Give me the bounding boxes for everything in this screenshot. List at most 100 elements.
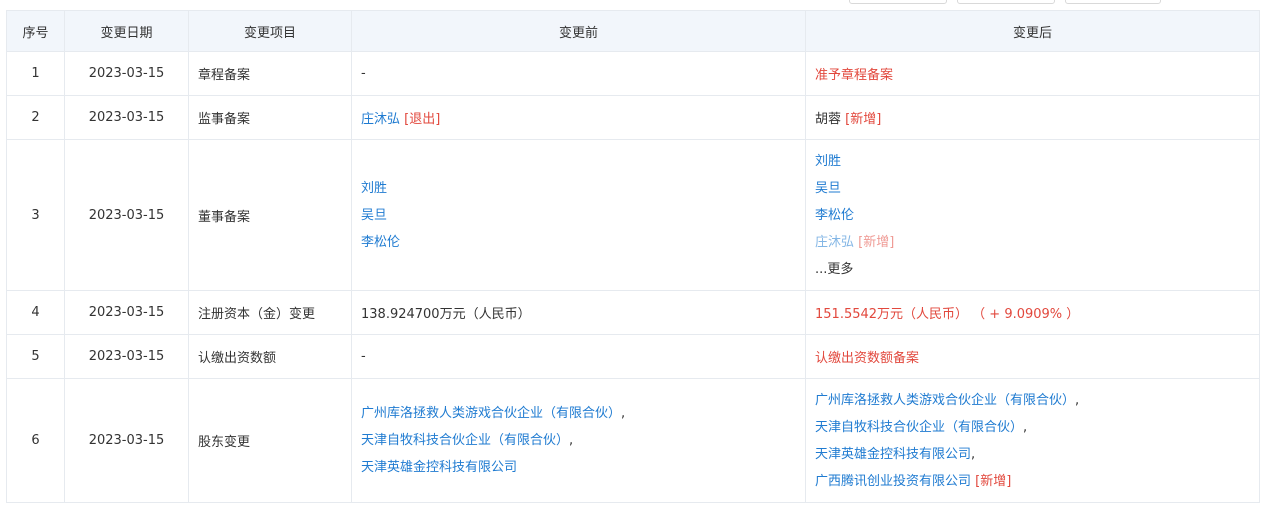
after-entry: 胡蓉 [新增] xyxy=(815,112,881,127)
change-text: 138.924700万元（人民币） xyxy=(361,307,531,322)
change-item: 认缴出资数额 xyxy=(188,334,352,379)
after-entry: 李松伦 xyxy=(815,202,1250,229)
before-entry: 刘胜 xyxy=(361,175,796,202)
before-cell: - xyxy=(351,334,806,379)
change-date: 2023-03-15 xyxy=(64,290,189,335)
separator: , xyxy=(569,433,574,448)
header-before: 变更前 xyxy=(351,10,806,52)
change-text: 151.5542万元（人民币） （ + 9.0909% ） xyxy=(815,307,1080,322)
change-date: 2023-03-15 xyxy=(64,51,189,96)
entity-link[interactable]: 庄沐弘 xyxy=(361,112,400,127)
change-text: - xyxy=(361,66,366,81)
after-entry: 认缴出资数额备案 xyxy=(815,351,919,366)
after-cell: 认缴出资数额备案 xyxy=(805,334,1260,379)
table-row: 1 2023-03-15 章程备案 - 准予章程备案 xyxy=(6,51,1260,96)
entity-link[interactable]: 广州库洛拯救人类游戏合伙企业（有限合伙） xyxy=(361,406,621,421)
table-row: 2 2023-03-15 监事备案 庄沐弘 [退出] 胡蓉 [新增] xyxy=(6,95,1260,140)
before-entry: 吴旦 xyxy=(361,202,796,229)
entity-link[interactable]: 天津英雄金控科技有限公司 xyxy=(361,460,517,475)
before-entry: 天津自牧科技合伙企业（有限合伙）, xyxy=(361,427,796,454)
before-entry: 天津英雄金控科技有限公司 xyxy=(361,454,796,481)
change-text: 胡蓉 xyxy=(815,112,842,127)
after-entry: 刘胜 xyxy=(815,148,1250,175)
after-entry: 151.5542万元（人民币） （ + 9.0909% ） xyxy=(815,307,1079,322)
change-text: 准予章程备案 xyxy=(815,68,894,83)
entity-link[interactable]: 刘胜 xyxy=(361,181,387,196)
after-cell: 准予章程备案 xyxy=(805,51,1260,96)
entity-link[interactable]: 天津自牧科技合伙企业（有限合伙） xyxy=(361,433,569,448)
entity-link[interactable]: 广西腾讯创业投资有限公司 xyxy=(815,474,971,489)
entity-link[interactable]: 天津英雄金控科技有限公司 xyxy=(815,447,971,462)
change-tag: [新增] xyxy=(975,473,1012,489)
change-item: 注册资本（金）变更 xyxy=(188,290,352,335)
before-entry: 李松伦 xyxy=(361,229,796,256)
before-entry: - xyxy=(361,349,366,364)
after-entry: 准予章程备案 xyxy=(815,68,893,83)
after-cell: 151.5542万元（人民币） （ + 9.0909% ） xyxy=(805,290,1260,335)
after-cell: 胡蓉 [新增] xyxy=(805,95,1260,140)
separator: , xyxy=(971,446,976,462)
change-item: 股东变更 xyxy=(188,378,352,503)
table-header-row: 序号 变更日期 变更项目 变更前 变更后 xyxy=(6,10,1260,52)
before-entry: 138.924700万元（人民币） xyxy=(361,307,531,322)
header-date: 变更日期 xyxy=(64,10,189,52)
entity-link[interactable]: 吴旦 xyxy=(815,181,841,196)
change-date: 2023-03-15 xyxy=(64,95,189,140)
row-index: 2 xyxy=(6,95,65,140)
change-item: 董事备案 xyxy=(188,139,352,291)
before-entry: 庄沐弘 [退出] xyxy=(361,112,440,127)
before-entry: - xyxy=(361,66,366,81)
after-entry: 庄沐弘 [新增] xyxy=(815,229,1250,256)
after-cell: 刘胜 吴旦 李松伦 庄沐弘 [新增] ...更多 xyxy=(805,139,1260,291)
after-entry: 天津自牧科技合伙企业（有限合伙）, xyxy=(815,414,1250,441)
separator: , xyxy=(621,406,626,421)
change-tag: [新增] xyxy=(845,112,882,127)
change-date: 2023-03-15 xyxy=(64,378,189,503)
before-cell: - xyxy=(351,51,806,96)
row-index: 5 xyxy=(6,334,65,379)
row-index: 4 xyxy=(6,290,65,335)
before-cell: 广州库洛拯救人类游戏合伙企业（有限合伙）, 天津自牧科技合伙企业（有限合伙）, 天津… xyxy=(351,378,806,503)
change-text: 认缴出资数额备案 xyxy=(815,351,920,366)
change-tag: [新增] xyxy=(858,234,895,250)
header-item: 变更项目 xyxy=(188,10,352,52)
after-entry: 天津英雄金控科技有限公司, xyxy=(815,441,1250,468)
before-cell: 庄沐弘 [退出] xyxy=(351,95,806,140)
toolbar-button-3[interactable] xyxy=(1065,0,1161,4)
entity-link[interactable]: 天津自牧科技合伙企业（有限合伙） xyxy=(815,420,1023,435)
before-cell: 138.924700万元（人民币） xyxy=(351,290,806,335)
before-cell: 刘胜 吴旦 李松伦 xyxy=(351,139,806,291)
change-records-table: 序号 变更日期 变更项目 变更前 变更后 1 2023-03-15 章程备案 - 准予章… xyxy=(6,10,1260,503)
separator: , xyxy=(1075,392,1080,408)
header-after: 变更后 xyxy=(805,10,1260,52)
entity-link[interactable]: 庄沐弘 xyxy=(815,235,854,250)
header-index: 序号 xyxy=(6,10,65,52)
row-index: 3 xyxy=(6,139,65,291)
table-row: 5 2023-03-15 认缴出资数额 - 认缴出资数额备案 xyxy=(6,334,1260,379)
table-row: 6 2023-03-15 股东变更 广州库洛拯救人类游戏合伙企业（有限合伙）, 天津自牧… xyxy=(6,378,1260,503)
after-entry: 广州库洛拯救人类游戏合伙企业（有限合伙）, xyxy=(815,387,1250,414)
change-date: 2023-03-15 xyxy=(64,139,189,291)
table-row: 4 2023-03-15 注册资本（金）变更 138.924700万元（人民币） 151… xyxy=(6,290,1260,335)
change-text: - xyxy=(361,349,366,364)
after-entry: 广西腾讯创业投资有限公司 [新增] xyxy=(815,468,1250,495)
more-link[interactable]: ...更多 xyxy=(815,256,1250,283)
toolbar-button-2[interactable] xyxy=(957,0,1055,4)
row-index: 6 xyxy=(6,378,65,503)
change-tag: [退出] xyxy=(404,112,441,127)
entity-link[interactable]: 刘胜 xyxy=(815,154,841,169)
table-row: 3 2023-03-15 董事备案 刘胜 吴旦 李松伦 刘胜 吴旦 李松伦 庄沐弘 [新增]...… xyxy=(6,139,1260,291)
after-cell: 广州库洛拯救人类游戏合伙企业（有限合伙）, 天津自牧科技合伙企业（有限合伙）, 天津… xyxy=(805,378,1260,503)
row-index: 1 xyxy=(6,51,65,96)
separator: , xyxy=(1023,419,1028,435)
change-date: 2023-03-15 xyxy=(64,334,189,379)
after-entry: 吴旦 xyxy=(815,175,1250,202)
toolbar-button-1[interactable] xyxy=(849,0,947,4)
before-entry: 广州库洛拯救人类游戏合伙企业（有限合伙）, xyxy=(361,400,796,427)
change-item: 监事备案 xyxy=(188,95,352,140)
entity-link[interactable]: 广州库洛拯救人类游戏合伙企业（有限合伙） xyxy=(815,393,1075,408)
entity-link[interactable]: 吴旦 xyxy=(361,208,387,223)
entity-link[interactable]: 李松伦 xyxy=(361,235,400,250)
entity-link[interactable]: 李松伦 xyxy=(815,208,854,223)
change-item: 章程备案 xyxy=(188,51,352,96)
